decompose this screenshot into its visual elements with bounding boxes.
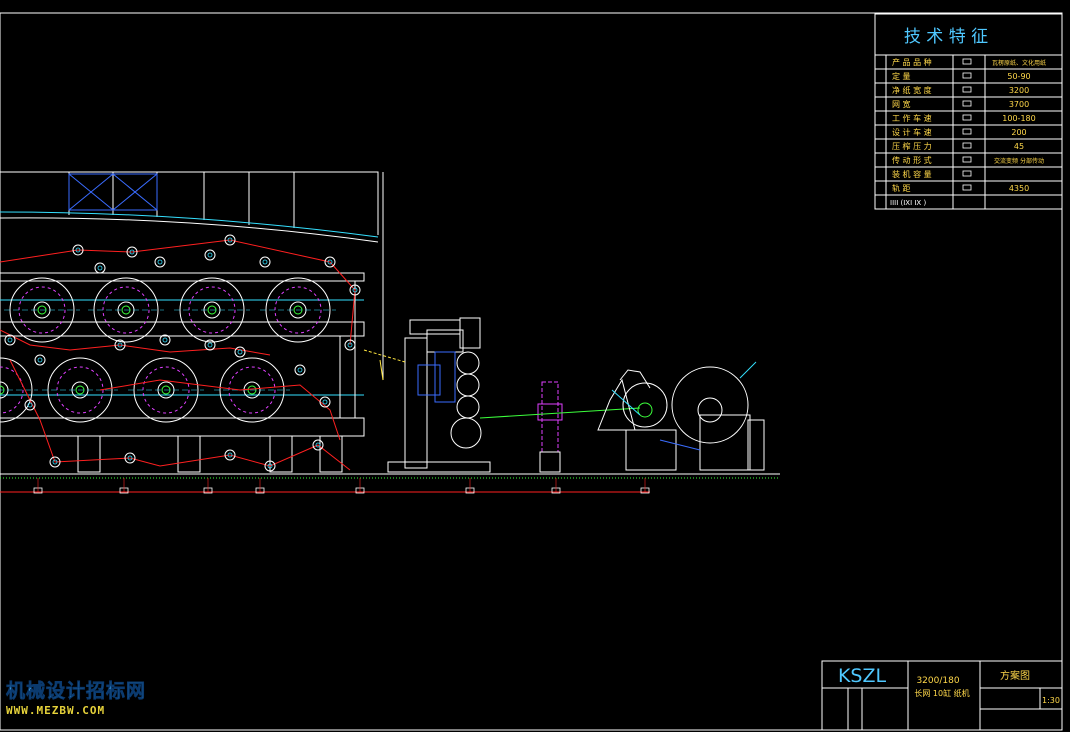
tech-row-label: 产 品 品 种 [892,57,932,67]
watermark-name: 机械设计招标网 [6,680,147,703]
title-block-subtitle: 长网 10缸 纸机 [914,688,969,698]
reel [597,361,765,471]
guide-roll [154,256,166,268]
tech-row-label: 装 机 容 量 [892,169,932,179]
title-block-model: 3200/180 [916,676,959,686]
guide-roll [259,256,271,268]
tech-row-value: 交流变频 分部传动 [994,157,1044,165]
unit-symbol [962,142,972,149]
unit-symbol [962,128,972,135]
tech-row-label: 定 量 [892,71,911,81]
title-block-drawing-name: 方案图 [1000,669,1030,682]
tech-row-label: 网 宽 [892,99,911,109]
dryer-frame [0,272,365,473]
unit-symbol [962,184,972,191]
guide-roll [34,354,46,366]
unit-symbol [962,86,972,93]
tech-table: 技 术 特 征 产 品 品 种 瓦楞原纸、文化用纸定 量 50-90 净 纸 宽 度 3… [874,13,1063,210]
unit-symbol [962,156,972,163]
tech-row-value: 100-180 [1002,114,1035,123]
unit-symbol [962,58,972,65]
upper-dryer-cylinders [4,277,336,343]
foundation [0,473,780,494]
guide-roll [204,249,216,261]
tech-row-value: 3700 [1009,100,1029,109]
guide-roll [94,262,106,274]
tech-row-label: 传 动 形 式 [892,155,932,165]
title-block-company: KSZL [838,665,887,687]
unit-symbol [962,170,972,177]
tech-row-footer: IIII (IXI IX ) [890,199,926,207]
title-block-scale: 1:30 [1042,696,1060,705]
drawing-canvas: 技 术 特 征 产 品 品 种 瓦楞原纸、文化用纸定 量 50-90 净 纸 宽 度 3… [0,12,1063,731]
tech-row-label: 净 纸 宽 度 [892,85,932,95]
unit-symbol [962,100,972,107]
tech-row-label: 设 计 车 速 [892,127,932,137]
tech-row-value: 4350 [1009,184,1029,193]
guide-roll [294,364,306,376]
lower-dryer-cylinders [0,357,290,423]
guide-roll [234,346,246,358]
tech-row-value: 50-90 [1007,72,1030,81]
tech-row-value: 瓦楞原纸、文化用纸 [992,59,1046,67]
unit-symbol [962,114,972,121]
tech-table-title: 技 术 特 征 [904,27,988,47]
paper-machine-drawing [0,171,780,494]
tech-row-value: 3200 [1009,86,1029,95]
watermark-url: WWW.MEZBW.COM [6,704,106,717]
site-watermark: 机械设计招标网 WWW.MEZBW.COM [6,680,156,717]
tech-row-value: 45 [1014,142,1024,151]
tension-stand [479,381,641,473]
tech-row-value: 200 [1011,128,1026,137]
tech-row-label: 压 榨 压 力 [892,141,932,151]
tech-row-label: 轨 距 [892,183,911,193]
tech-row-label: 工 作 车 速 [892,113,932,123]
unit-symbol [962,72,972,79]
